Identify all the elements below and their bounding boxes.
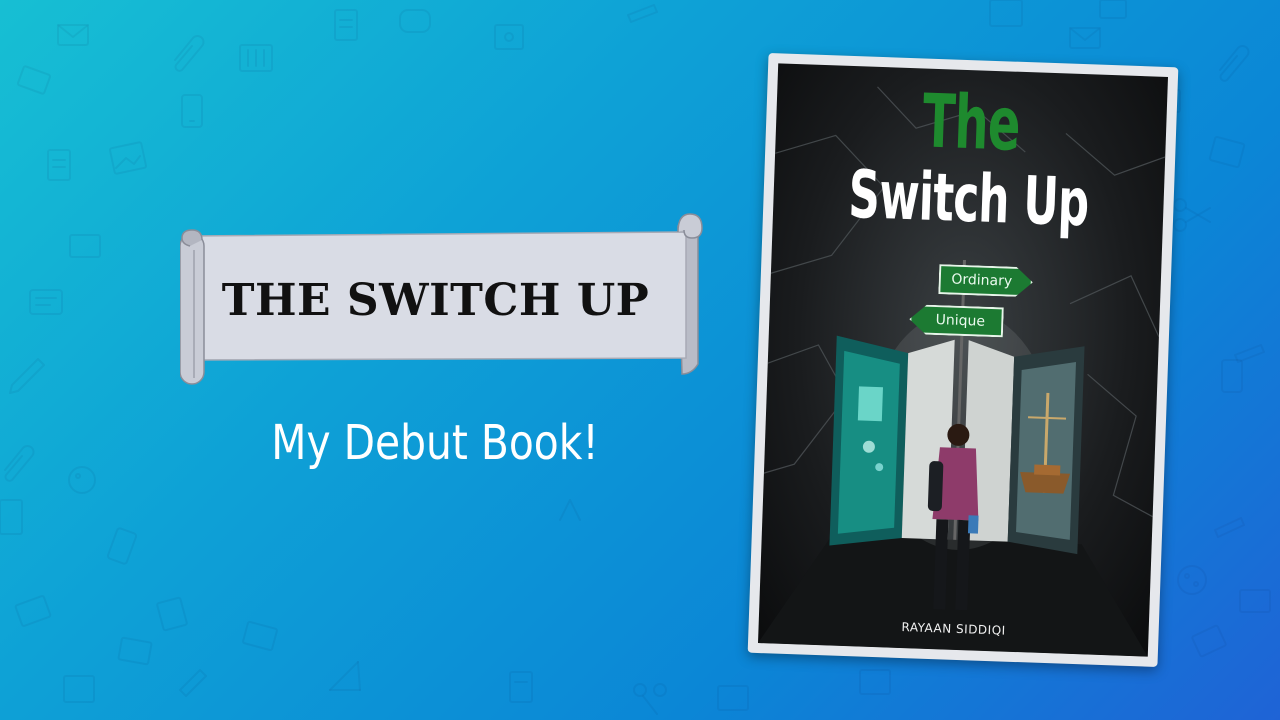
cookie-icon <box>68 466 96 494</box>
document-icon <box>399 9 431 33</box>
phone-icon <box>1221 359 1243 393</box>
document-icon <box>47 149 71 181</box>
notebook-icon <box>0 499 23 535</box>
document-icon <box>29 289 63 315</box>
notebook-icon <box>717 685 749 711</box>
notebook-icon <box>1239 589 1271 613</box>
pencil-icon <box>179 669 207 697</box>
cookie-icon <box>1177 565 1207 595</box>
document-icon <box>509 671 533 703</box>
document-icon <box>16 65 52 95</box>
document-icon <box>14 595 52 627</box>
envelope-icon <box>1069 27 1101 49</box>
scissors-icon <box>633 683 667 715</box>
paperclip-icon <box>174 35 205 72</box>
pencil-icon <box>9 358 45 394</box>
image-icon <box>989 0 1023 27</box>
title-banner: THE SWITCH UP <box>180 210 704 390</box>
envelope-icon <box>57 24 89 46</box>
pencil-icon <box>627 4 658 23</box>
phone-icon <box>181 94 203 128</box>
book-cover-image: The Switch Up Ordinary Unique RAYAAN SID… <box>747 53 1179 667</box>
pencil-icon <box>1214 517 1245 538</box>
notebook-icon <box>494 24 524 50</box>
document-icon <box>859 669 891 695</box>
notebook-icon <box>63 675 95 703</box>
banner-title: THE SWITCH UP <box>221 274 650 326</box>
document-icon <box>334 9 358 41</box>
envelope-icon <box>1099 0 1127 19</box>
image-icon <box>1208 135 1246 169</box>
notebook-icon <box>69 234 101 258</box>
image-icon <box>109 141 147 175</box>
scissors-icon <box>1173 198 1211 232</box>
pencil-icon <box>329 661 361 691</box>
document-icon <box>117 636 153 666</box>
document-icon <box>156 596 188 632</box>
document-icon <box>1191 624 1227 658</box>
phone-icon <box>106 527 138 565</box>
cover-title-switch-up: Switch Up <box>847 155 1090 242</box>
document-icon <box>559 499 581 521</box>
tagline: My Debut Book! <box>271 415 599 471</box>
document-icon <box>242 620 278 652</box>
notebook-icon <box>239 44 273 72</box>
paperclip-icon <box>1219 45 1250 82</box>
paperclip-icon <box>4 445 35 482</box>
book-cover: The Switch Up Ordinary Unique RAYAAN SID… <box>757 63 1169 657</box>
